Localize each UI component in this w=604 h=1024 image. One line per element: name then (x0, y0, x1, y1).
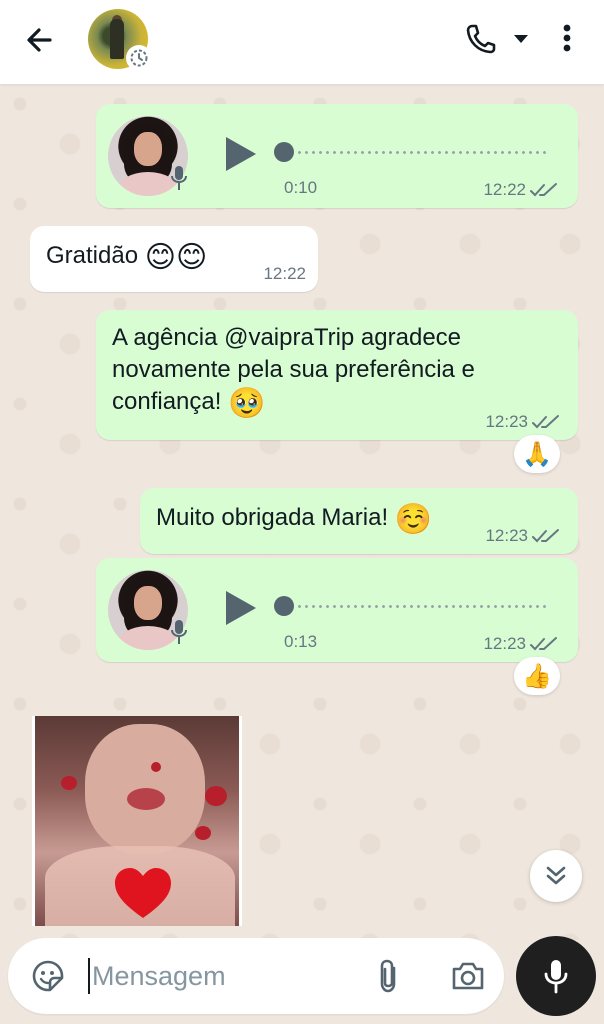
sticker-message[interactable] (32, 716, 242, 926)
reaction-badge[interactable]: 🙏 (514, 435, 560, 473)
message-text: A agência @vaipraTrip agradece novamente… (112, 324, 475, 415)
message-emoji: 😊😊 (144, 241, 208, 274)
voice-duration: 0:10 (284, 178, 318, 197)
contact-avatar[interactable] (88, 9, 152, 71)
scroll-to-bottom-button[interactable] (530, 850, 582, 902)
more-vertical-icon (563, 24, 571, 52)
double-check-icon (532, 529, 559, 543)
message-meta: 12:23 (485, 526, 560, 546)
paperclip-icon (380, 959, 396, 993)
reaction-badge[interactable]: 👍 (514, 657, 560, 695)
message-emoji: 🥹 (228, 387, 266, 420)
incoming-message-bubble[interactable]: Gratidão 😊😊 12:22 (30, 226, 318, 292)
voice-message-bubble[interactable]: 0:10 12:22 (96, 104, 578, 208)
status-timer-icon (126, 45, 152, 71)
chat-area[interactable]: 0:10 12:22 Gratidão 😊😊 12:22 A agência @… (0, 84, 604, 940)
message-time: 12:22 (263, 264, 306, 283)
playback-knob[interactable] (274, 596, 294, 616)
outgoing-message-bubble[interactable]: A agência @vaipraTrip agradece novamente… (96, 310, 578, 440)
phone-icon (466, 24, 496, 54)
message-meta: 12:22 (263, 264, 306, 284)
more-options-button[interactable] (552, 18, 582, 58)
call-options-button[interactable] (510, 28, 532, 50)
double-check-icon (530, 637, 557, 651)
message-meta: 12:22 (483, 180, 558, 200)
double-check-icon (532, 415, 559, 429)
voice-message-bubble[interactable]: 0:13 12:23 (96, 558, 578, 662)
sticker-icon (32, 960, 64, 992)
double-chevron-down-icon (546, 866, 566, 885)
waveform-track[interactable] (296, 605, 548, 608)
waveform-track[interactable] (296, 151, 548, 154)
play-icon[interactable] (222, 588, 258, 628)
back-button[interactable] (20, 20, 60, 60)
record-voice-button[interactable] (516, 936, 596, 1016)
camera-icon (452, 962, 484, 990)
message-input[interactable] (92, 956, 352, 996)
message-time: 12:23 (485, 526, 528, 545)
message-time: 12:23 (483, 634, 526, 653)
microphone-icon (171, 166, 187, 190)
camera-button[interactable] (450, 960, 486, 992)
message-emoji: ☺️ (394, 503, 433, 536)
double-check-icon (530, 183, 557, 197)
message-text: Muito obrigada Maria! (156, 504, 389, 531)
outgoing-message-bubble[interactable]: Muito obrigada Maria! ☺️ 12:23 (140, 488, 578, 554)
message-meta: 12:23 (483, 634, 558, 654)
chat-header (0, 0, 604, 84)
microphone-icon (171, 620, 187, 644)
message-text: Gratidão (46, 242, 139, 269)
voice-duration: 0:13 (284, 632, 318, 651)
voice-call-button[interactable] (460, 18, 500, 58)
heart-icon (115, 868, 171, 918)
text-cursor (88, 958, 90, 994)
reaction-emoji: 🙏 (522, 440, 552, 468)
message-composer (8, 938, 504, 1014)
arrow-left-icon (27, 28, 52, 52)
message-time: 12:22 (483, 180, 526, 199)
play-icon[interactable] (222, 134, 258, 174)
sticker-button[interactable] (30, 958, 66, 994)
playback-knob[interactable] (274, 142, 294, 162)
attach-button[interactable] (374, 958, 404, 994)
reaction-emoji: 👍 (522, 662, 552, 690)
message-time: 12:23 (485, 412, 528, 431)
message-meta: 12:23 (485, 412, 560, 432)
caret-down-icon (514, 35, 528, 43)
microphone-icon (544, 960, 568, 994)
